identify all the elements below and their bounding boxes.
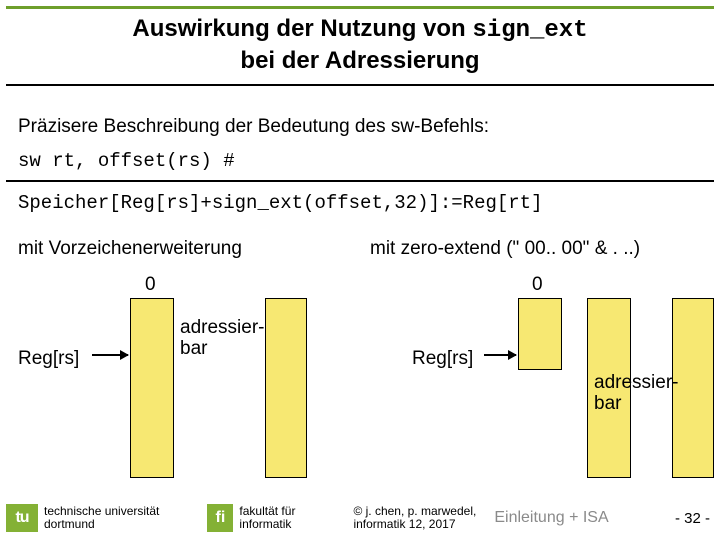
- code-line-2: Speicher[Reg[rs]+sign_ext(offset,32)]:=R…: [18, 192, 543, 214]
- copyright-line2: informatik 12, 2017: [353, 517, 455, 531]
- page-number: - 32 -: [675, 510, 710, 527]
- title-line1-prefix: Auswirkung der Nutzung von: [132, 15, 472, 42]
- code-line-1: sw rt, offset(rs) #: [18, 150, 235, 172]
- reg-label-left: Reg[rs]: [18, 348, 79, 370]
- top-rule: [6, 6, 714, 9]
- caption-left: mit Vorzeichenerweiterung: [18, 238, 358, 260]
- fi-text: fakultät für informatik: [239, 505, 295, 530]
- fi-logo-icon: fi: [207, 504, 233, 532]
- zero-right: 0: [532, 274, 543, 296]
- title-line1-mono: sign_ext: [472, 17, 587, 44]
- copyright: © j. chen, p. marwedel, informatik 12, 2…: [353, 505, 476, 530]
- tu-logo-icon: tu: [6, 504, 38, 532]
- mid-rule: [6, 180, 714, 182]
- fi-line2: informatik: [239, 517, 291, 531]
- title-line2: bei der Adressierung: [240, 47, 479, 74]
- memory-left-col1: [130, 298, 174, 478]
- addressable-right: adressier- bar: [594, 373, 678, 414]
- tu-text: technische universität dortmund: [44, 505, 159, 530]
- footer: tu technische universität dortmund fi fa…: [0, 496, 720, 540]
- memory-right-short: [518, 298, 562, 370]
- slide-title: Auswirkung der Nutzung von sign_ext bei …: [0, 14, 720, 76]
- tu-line2: dortmund: [44, 517, 95, 531]
- addressable-left: adressier- bar: [180, 318, 264, 359]
- description-text: Präzisere Beschreibung der Bedeutung des…: [18, 116, 489, 138]
- memory-left-col2: [265, 298, 307, 478]
- arrow-left-icon: [92, 354, 128, 356]
- zero-left: 0: [145, 274, 156, 296]
- title-underline: [6, 84, 714, 86]
- lecture-name: Einleitung + ISA: [494, 509, 608, 527]
- caption-right: mit zero-extend (" 00.. 00" & . ..): [370, 238, 710, 260]
- reg-label-right: Reg[rs]: [412, 348, 473, 370]
- arrow-right-icon: [484, 354, 516, 356]
